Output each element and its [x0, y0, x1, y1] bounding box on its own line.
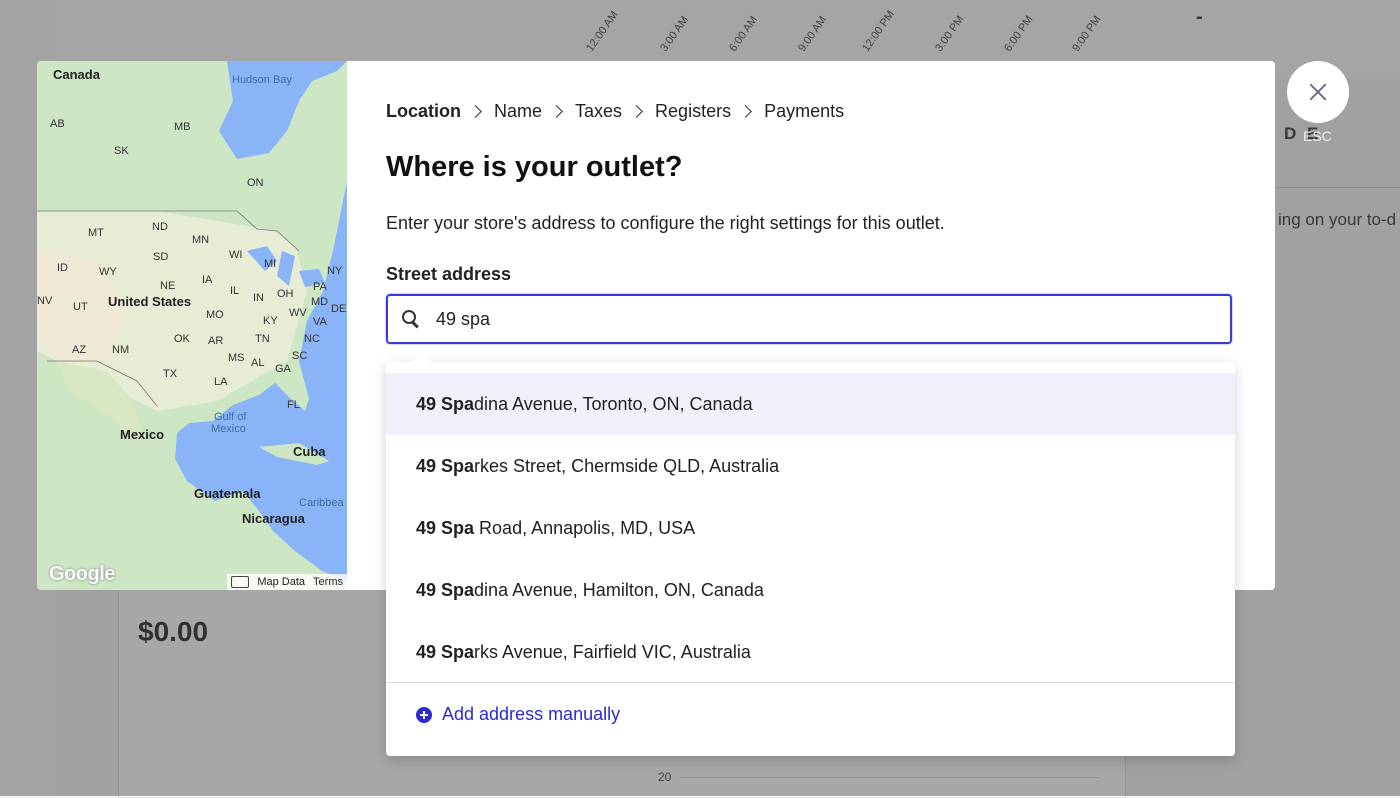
map-label: ON — [247, 177, 264, 189]
map-label: PA — [313, 281, 327, 293]
street-address-label: Street address — [386, 264, 512, 284]
add-address-manually-button[interactable]: Add address manually — [416, 704, 620, 725]
map-label: NM — [112, 344, 130, 356]
breadcrumb-registers[interactable]: Registers — [655, 101, 731, 122]
suggestion-rest: rks Avenue, Fairfield VIC, Australia — [474, 641, 751, 662]
google-logo: Google — [49, 563, 115, 585]
dropdown-caret — [412, 353, 430, 362]
suggestion-match: 49 Spa — [416, 641, 475, 662]
suggestion-item[interactable]: 49 Spa Road, Annapolis, MD, USA — [386, 497, 1235, 559]
map-label: Canada — [53, 67, 100, 82]
breadcrumb-taxes[interactable]: Taxes — [575, 101, 622, 122]
map-label: KY — [263, 315, 278, 327]
map-label: NV — [37, 295, 53, 307]
map-label: MN — [192, 234, 210, 246]
map-label: NY — [327, 265, 343, 277]
chevron-right-icon — [550, 105, 563, 118]
map-label: Guatemala — [194, 486, 261, 501]
suggestion-rest: dina Avenue, Hamilton, ON, Canada — [474, 579, 764, 600]
suggestion-item[interactable]: 49 Spa rkes Street, Chermside QLD, Austra… — [386, 435, 1235, 497]
chevron-right-icon — [469, 105, 482, 118]
map-label: Mexico — [211, 423, 246, 435]
suggestion-match: 49 Spa — [416, 455, 475, 476]
page-subtitle: Enter your store's address to configure … — [386, 213, 945, 233]
map-label: TX — [163, 368, 178, 380]
map-attribution: Map Data Terms — [227, 574, 347, 590]
suggestion-match: 49 Spa — [416, 517, 475, 538]
map-label: SC — [292, 350, 308, 362]
chevron-right-icon — [739, 105, 752, 118]
map-label: LA — [214, 376, 228, 388]
suggestion-item[interactable]: 49 Spa rks Avenue, Fairfield VIC, Austral… — [386, 621, 1235, 683]
map-label: MO — [206, 309, 224, 321]
map-label: Cuba — [293, 444, 326, 459]
suggestion-item[interactable]: 49 Spa dina Avenue, Toronto, ON, Canada — [386, 373, 1235, 435]
breadcrumb-name[interactable]: Name — [494, 101, 542, 122]
breadcrumb-location[interactable]: Location — [386, 101, 461, 122]
map-label: MT — [88, 227, 104, 239]
map-label: MB — [174, 121, 191, 133]
map-label: UT — [73, 301, 88, 313]
map-label: MS — [228, 352, 245, 364]
map-label: Nicaragua — [242, 511, 305, 526]
map-label: Gulf of — [214, 411, 247, 423]
map-label: IN — [253, 292, 264, 304]
map-label: AZ — [72, 344, 87, 356]
add-address-manually-label: Add address manually — [442, 704, 621, 724]
map-label: OK — [174, 333, 190, 345]
map-footer: Google Map Data Terms — [37, 563, 347, 590]
map-label: Hudson Bay — [232, 74, 292, 86]
map-label: GA — [275, 363, 291, 375]
map-label: IL — [230, 285, 240, 297]
map-label: Mexico — [120, 427, 165, 442]
map-data-link[interactable]: Map Data — [257, 576, 305, 588]
map-label: FL — [287, 399, 300, 411]
dropdown-divider — [386, 682, 1235, 683]
breadcrumb-payments[interactable]: Payments — [764, 101, 844, 122]
map-label: AB — [50, 118, 65, 130]
map-label: AL — [251, 357, 265, 369]
map-label: United States — [108, 294, 192, 309]
map-label: AR — [208, 335, 224, 347]
close-icon — [1309, 83, 1327, 101]
search-icon — [401, 309, 421, 329]
suggestion-rest: Road, Annapolis, MD, USA — [474, 517, 696, 538]
suggestion-rest: dina Avenue, Toronto, ON, Canada — [474, 393, 753, 414]
keyboard-icon[interactable] — [231, 576, 250, 588]
suggestion-match: 49 Spa — [416, 579, 475, 600]
map-label: NC — [304, 333, 320, 345]
suggestion-rest: rkes Street, Chermside QLD, Australia — [474, 455, 780, 476]
suggestion-list: 49 Spa dina Avenue, Toronto, ON, Canada 4… — [386, 373, 1235, 683]
page-title: Where is your outlet? — [386, 151, 683, 183]
plus-circle-icon — [416, 706, 432, 723]
esc-hint: ESC — [1303, 128, 1332, 144]
chevron-right-icon — [630, 105, 643, 118]
close-button[interactable] — [1287, 61, 1349, 123]
suggestion-item[interactable]: 49 Spa dina Avenue, Hamilton, ON, Canada — [386, 559, 1235, 621]
map-label: WI — [229, 249, 243, 261]
map-label: MI — [264, 258, 277, 270]
map-label: WV — [289, 307, 307, 319]
suggestion-match: 49 Spa — [416, 393, 475, 414]
map-label: MD — [311, 296, 329, 308]
map-label: DE — [331, 303, 347, 315]
map-label: WY — [99, 266, 117, 278]
breadcrumb: Location Name Taxes Registers Payments — [386, 101, 844, 122]
terms-link[interactable]: Terms — [313, 576, 343, 588]
map-label: VA — [313, 316, 327, 328]
map-label: OH — [277, 288, 294, 300]
map-label: NE — [160, 280, 176, 292]
street-address-input[interactable] — [434, 307, 1218, 331]
street-address-field[interactable] — [386, 294, 1232, 344]
map-label: SD — [153, 251, 169, 263]
map-label: TN — [255, 333, 270, 345]
map-label: Caribbea — [299, 497, 344, 509]
address-suggestions: 49 Spa dina Avenue, Toronto, ON, Canada 4… — [386, 353, 1235, 756]
map-label: SK — [114, 145, 129, 157]
map-label: ID — [57, 262, 68, 274]
map-label: IA — [202, 274, 213, 286]
map-label: ND — [152, 221, 168, 233]
location-map[interactable]: Canada Hudson Bay AB MB SK ON MT ND MN W… — [37, 61, 347, 590]
